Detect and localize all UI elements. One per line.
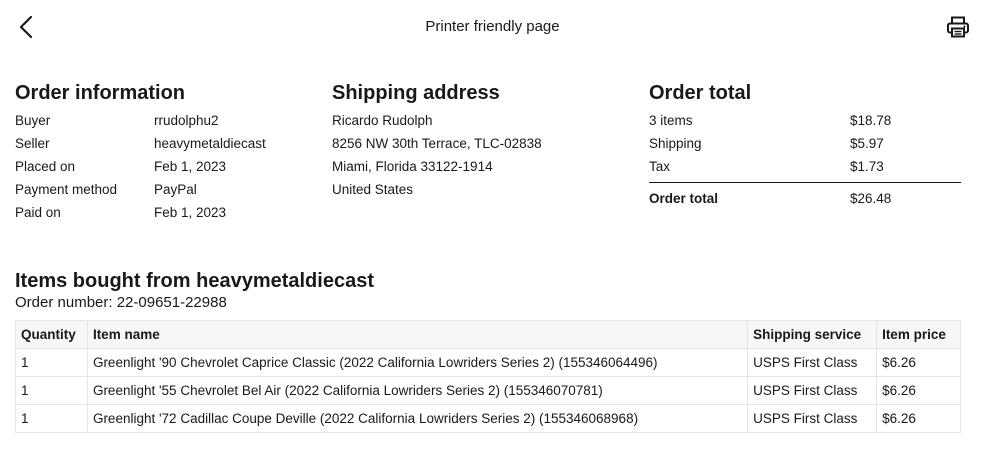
cell-item-name: Greenlight '72 Cadillac Coupe Deville (2… [86,404,749,433]
cell-shipping-service: USPS First Class [747,376,878,405]
order-info-row-placed-on: Placed on Feb 1, 2023 [15,155,266,178]
cell-item-price: $6.26 [876,404,961,433]
cell-shipping-service: USPS First Class [747,404,878,433]
order-info-row-paid-on: Paid on Feb 1, 2023 [15,201,266,224]
order-information-title: Order information [15,82,186,104]
cell-quantity: 1 [15,404,88,433]
column-header-quantity: Quantity [15,320,88,349]
order-info-value: rrudolphu2 [154,113,219,128]
table-row: 1 Greenlight '72 Cadillac Coupe Deville … [15,404,961,433]
cell-item-name: Greenlight '90 Chevrolet Caprice Classic… [86,348,749,377]
order-info-label: Paid on [15,205,61,220]
items-section-title: Items bought from heavymetaldiecast [15,270,374,292]
order-total-label: Tax [649,159,671,174]
order-total-label: 3 items [649,113,693,128]
order-total-row-shipping: Shipping $5.97 [649,132,961,155]
printer-icon [947,16,969,38]
order-info-row-payment-method: Payment method PayPal [15,178,266,201]
shipping-address-line: Ricardo Rudolph [332,113,433,128]
items-table: Quantity Item name Shipping service Item… [15,320,961,433]
order-total-label: Shipping [649,136,702,151]
shipping-address-line: 8256 NW 30th Terrace, TLC-02838 [332,136,542,151]
order-info-value: heavymetaldiecast [154,136,266,151]
order-total-title: Order total [649,82,752,104]
order-information-list: Buyer rrudolphu2 Seller heavymetaldiecas… [15,109,266,224]
cell-item-name: Greenlight '55 Chevrolet Bel Air (2022 C… [86,376,749,405]
shipping-address-line: Miami, Florida 33122-1914 [332,159,493,174]
order-info-value: Feb 1, 2023 [154,159,227,174]
order-total-value: $26.48 [850,191,892,206]
cell-item-price: $6.26 [876,348,961,377]
top-bar: Printer friendly page [0,0,985,56]
order-info-label: Seller [15,136,50,151]
print-button[interactable] [945,14,971,40]
order-total-row-total: Order total $26.48 [649,187,961,209]
shipping-address-line: United States [332,182,414,197]
order-number: Order number: 22-09651-22988 [15,294,227,311]
column-header-item-price: Item price [876,320,961,349]
order-total-value: $18.78 [850,113,892,128]
cell-shipping-service: USPS First Class [747,348,878,377]
table-row: 1 Greenlight '55 Chevrolet Bel Air (2022… [15,376,961,405]
cell-quantity: 1 [15,376,88,405]
order-total-row-items: 3 items $18.78 [649,109,961,132]
shipping-address-title: Shipping address [332,82,500,104]
order-info-value: PayPal [154,182,197,197]
order-total-value: $5.97 [850,136,884,151]
shipping-address-block: Ricardo Rudolph 8256 NW 30th Terrace, TL… [332,109,542,201]
order-total-label: Order total [649,191,719,206]
order-info-label: Placed on [15,159,76,174]
order-info-label: Payment method [15,182,118,197]
column-header-shipping-service: Shipping service [747,320,878,349]
column-header-item-name: Item name [86,320,749,349]
order-info-row-buyer: Buyer rrudolphu2 [15,109,266,132]
order-total-divider [649,182,961,183]
order-info-row-seller: Seller heavymetaldiecast [15,132,266,155]
table-header-row: Quantity Item name Shipping service Item… [15,320,961,349]
cell-item-price: $6.26 [876,376,961,405]
order-total-value: $1.73 [850,159,884,174]
order-total-list: 3 items $18.78 Shipping $5.97 Tax $1.73 … [649,109,961,209]
page-title: Printer friendly page [425,18,560,35]
cell-quantity: 1 [15,348,88,377]
order-info-label: Buyer [15,113,51,128]
order-total-row-tax: Tax $1.73 [649,155,961,178]
order-info-value: Feb 1, 2023 [154,205,227,220]
table-row: 1 Greenlight '90 Chevrolet Caprice Class… [15,348,961,377]
